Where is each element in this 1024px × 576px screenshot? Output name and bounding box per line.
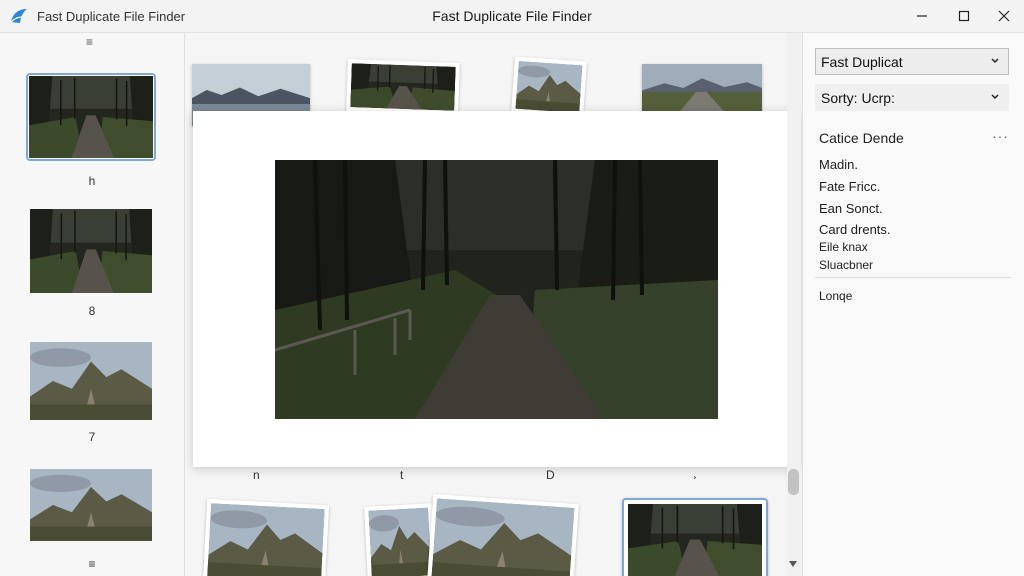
grid-label: ¸ [693, 465, 697, 479]
photo-image [642, 64, 762, 112]
left-menu-icon[interactable]: ≡ [86, 35, 93, 49]
details-item[interactable]: Card drents. [819, 222, 891, 237]
more-options-icon[interactable]: ··· [992, 128, 1009, 144]
minimize-button[interactable] [902, 0, 942, 32]
grid-label: D [546, 468, 555, 482]
grid-photo[interactable] [427, 494, 579, 576]
chevron-down-icon [991, 58, 999, 64]
left-thumb-1[interactable] [26, 73, 156, 161]
left-thumb-3[interactable] [30, 342, 152, 420]
close-button[interactable] [984, 0, 1024, 32]
vertical-scrollbar[interactable] [787, 33, 801, 576]
photo-image [431, 498, 574, 576]
details-item[interactable]: Fate Fricc. [819, 179, 880, 194]
thumb-image [29, 76, 153, 158]
maximize-button[interactable] [944, 0, 984, 32]
grid-photo[interactable] [511, 56, 587, 118]
grid-photo-selected[interactable] [622, 498, 768, 576]
scroll-down-icon[interactable] [789, 561, 797, 567]
app-name: Fast Duplicate File Finder [37, 9, 186, 24]
title-bar: Fast Duplicate File Finder Fast Duplicat… [0, 0, 1024, 33]
left-thumb-label: 7 [88, 430, 96, 444]
sort-dropdown-value: Sorty: Ucrp: [821, 90, 895, 106]
details-item[interactable]: Ean Sonct. [819, 201, 883, 216]
details-item[interactable]: Eile knax [819, 240, 868, 254]
details-footer-item[interactable]: Lonqe [819, 289, 852, 303]
grid-label: t [400, 468, 404, 482]
minimize-icon [917, 15, 927, 17]
preview-image[interactable] [275, 160, 718, 419]
photo-image [207, 503, 325, 576]
right-details-pane: Fast Duplicat Sorty: Ucrp: Catice Dende … [802, 33, 1024, 576]
grid-label: n [253, 468, 260, 482]
grid-photo[interactable] [346, 59, 460, 115]
scroll-thumb[interactable] [788, 469, 799, 495]
grid-photo[interactable] [642, 64, 762, 112]
left-thumbnail-pane: ≡ h 8 7 ≡ [0, 33, 185, 576]
mode-dropdown-value: Fast Duplicat [821, 54, 903, 70]
details-item[interactable]: Madin. [819, 157, 858, 172]
chevron-down-icon [991, 94, 999, 100]
thumb-image [30, 209, 152, 293]
photo-image [515, 61, 582, 113]
thumb-image [30, 342, 152, 420]
left-thumb-label: h [88, 174, 96, 188]
mode-dropdown[interactable]: Fast Duplicat [815, 48, 1009, 75]
details-item[interactable]: Sluacbner [819, 258, 873, 272]
sort-dropdown[interactable]: Sorty: Ucrp: [815, 84, 1009, 111]
image-preview-modal [193, 111, 800, 467]
left-thumb-label: ≡ [88, 557, 96, 571]
photo-image [628, 504, 762, 576]
grid-photo[interactable] [202, 498, 330, 576]
photo-image [350, 63, 455, 111]
thumb-image [30, 469, 152, 541]
left-thumb-2[interactable] [30, 209, 152, 293]
left-thumb-label: 8 [88, 304, 96, 318]
app-logo-icon [10, 8, 28, 24]
close-icon [998, 10, 1010, 22]
divider [815, 277, 1011, 278]
photo-image [368, 507, 431, 576]
maximize-icon [958, 10, 970, 22]
details-heading: Catice Dende [819, 130, 904, 146]
grid-photo[interactable] [364, 503, 436, 576]
left-thumb-4[interactable] [30, 469, 152, 541]
